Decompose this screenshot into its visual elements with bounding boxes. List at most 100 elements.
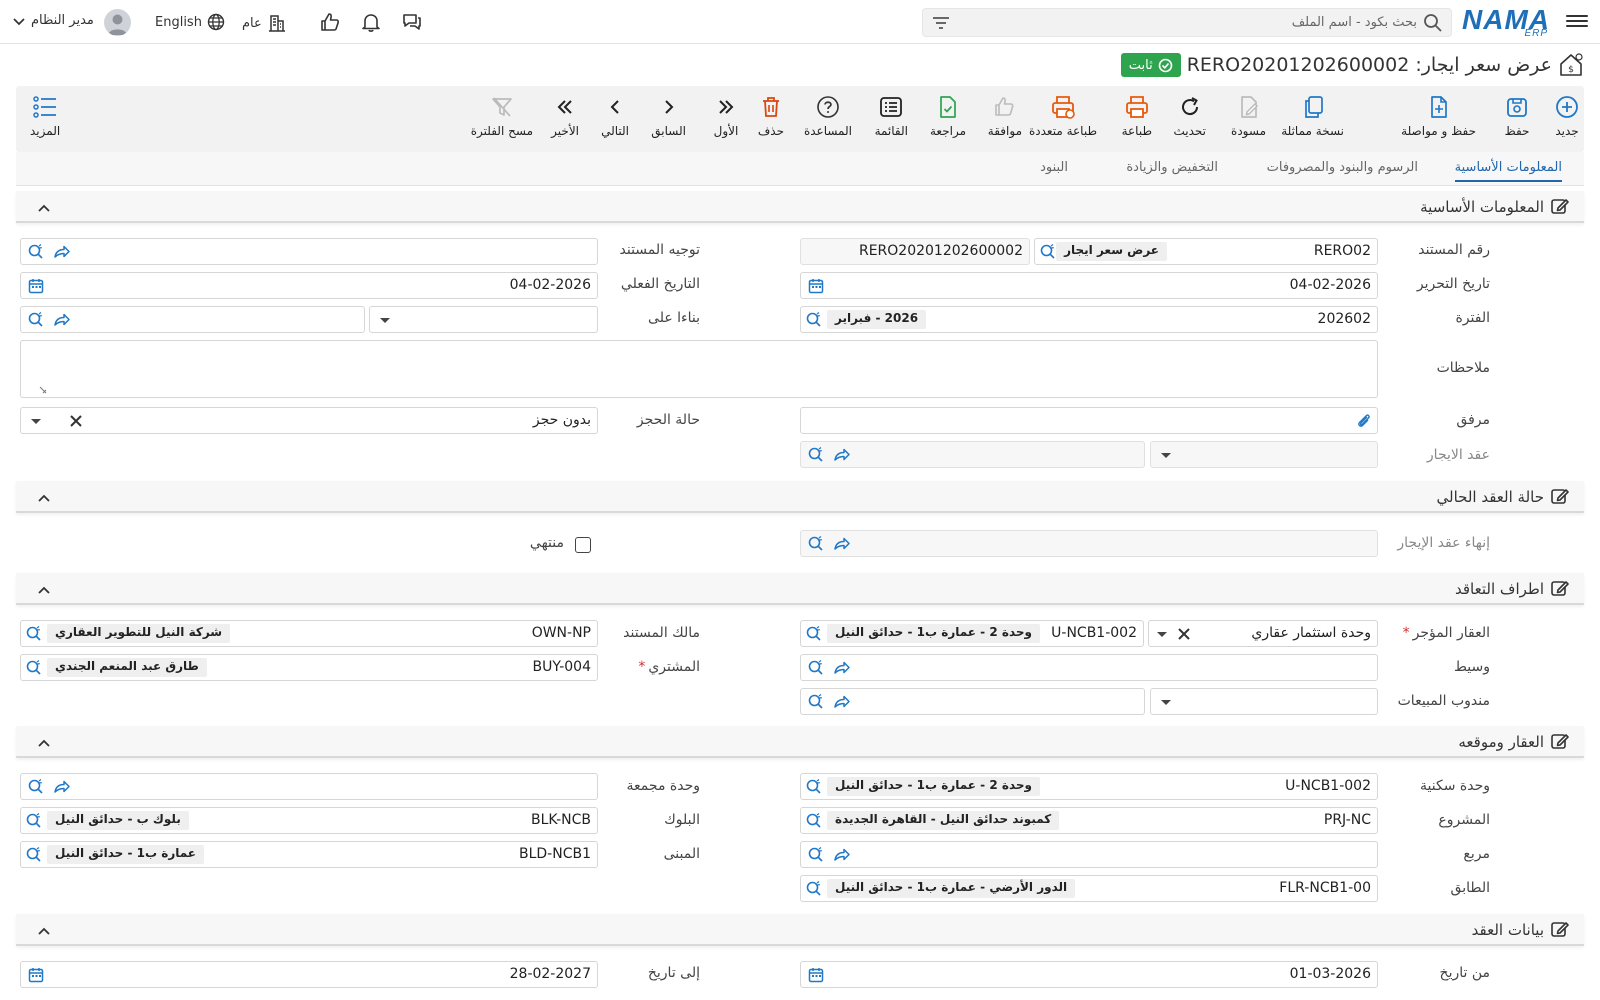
last-button[interactable]: الأخير (551, 94, 579, 138)
search-icon[interactable] (807, 446, 825, 464)
based-on-type-select[interactable] (369, 306, 598, 333)
sales-rep-field[interactable] (800, 688, 1145, 715)
more-button[interactable]: المزيد (30, 94, 60, 138)
search-input[interactable] (951, 15, 1423, 30)
clear-filter-button[interactable]: مسح الفلترة (471, 94, 533, 138)
caret-down-icon[interactable] (1157, 693, 1175, 711)
chevron-up-icon[interactable] (36, 491, 52, 507)
section-current-contract-header[interactable]: حالة العقد الحالي (16, 481, 1584, 513)
booking-status-select[interactable]: بدون حجز (20, 407, 598, 434)
doc-owner-field[interactable]: OWN-NP شركة النيل للتطوير العقاري (20, 620, 598, 647)
share-icon[interactable] (833, 535, 851, 553)
review-button[interactable]: مراجعة (930, 94, 966, 138)
language-switch[interactable]: English (155, 13, 225, 31)
save-continue-button[interactable]: حفظ و مواصلة (1401, 94, 1476, 138)
period-field[interactable]: 202602 2026 - فبراير (800, 306, 1378, 333)
search-icon[interactable] (25, 846, 43, 864)
nama-logo[interactable]: NAMA ERP (1462, 4, 1550, 39)
doc-direction-field[interactable] (20, 238, 598, 265)
calendar-icon[interactable] (807, 277, 825, 295)
save-button[interactable]: حفظ (1504, 94, 1530, 138)
residential-unit-field[interactable]: U-NCB1-002 وحدة 2 - عمارة ب1 - حدائق الن… (800, 773, 1378, 800)
chat-icon[interactable] (400, 10, 424, 34)
draft-button[interactable]: مسودة (1231, 94, 1266, 138)
search-icon[interactable] (805, 625, 823, 643)
first-button[interactable]: الأول (713, 94, 739, 138)
chevron-up-icon[interactable] (36, 924, 52, 940)
help-button[interactable]: المساعدة (804, 94, 852, 138)
edit-date-field[interactable]: 04-02-2026 (800, 272, 1378, 299)
from-date-field[interactable]: 01-03-2026 (800, 961, 1378, 988)
attachment-field[interactable] (800, 407, 1378, 434)
tab-fees[interactable]: الرسوم والبنود والمصروفات (1267, 160, 1418, 175)
tab-discount[interactable]: التخفيض والزيادة (1126, 160, 1218, 175)
to-date-field[interactable]: 28-02-2027 (20, 961, 598, 988)
buyer-field[interactable]: BUY-004 طارق عبد المنعم الجندي (20, 654, 598, 681)
search-icon[interactable] (807, 846, 825, 864)
chevron-up-icon[interactable] (36, 583, 52, 599)
caret-down-icon[interactable] (376, 311, 394, 329)
previous-button[interactable]: السابق (651, 94, 686, 138)
next-button[interactable]: التالي (601, 94, 629, 138)
calendar-icon[interactable] (27, 277, 45, 295)
search-icon[interactable] (1039, 243, 1057, 261)
sales-rep-type-select[interactable] (1150, 688, 1378, 715)
section-basic-header[interactable]: المعلومات الأساسية (16, 191, 1584, 223)
search-icon[interactable] (805, 778, 823, 796)
search-icon[interactable] (805, 812, 823, 830)
search-icon[interactable] (25, 659, 43, 677)
share-icon[interactable] (53, 778, 71, 796)
print-button[interactable]: طباعة (1122, 94, 1152, 138)
share-icon[interactable] (53, 243, 71, 261)
search-icon[interactable] (805, 880, 823, 898)
approve-button[interactable]: موافقة (988, 94, 1022, 138)
duplicate-button[interactable]: نسخة مماثلة (1281, 94, 1344, 138)
square-field[interactable] (800, 841, 1378, 868)
search-icon[interactable] (807, 535, 825, 553)
lease-termination-field[interactable] (800, 530, 1378, 557)
user-menu[interactable]: مدير النظام (12, 13, 94, 28)
close-icon[interactable] (67, 412, 85, 430)
search-icon[interactable] (25, 625, 43, 643)
section-contract-data-header[interactable]: بيانات العقد (16, 914, 1584, 946)
paperclip-icon[interactable] (1355, 412, 1373, 430)
share-icon[interactable] (53, 311, 71, 329)
section-property-header[interactable]: العقار وموقعه (16, 726, 1584, 758)
filter-icon[interactable] (931, 13, 951, 33)
list-button[interactable]: القائمة (875, 94, 908, 138)
share-icon[interactable] (833, 446, 851, 464)
actual-date-field[interactable]: 04-02-2026 (20, 272, 598, 299)
caret-down-icon[interactable] (1157, 446, 1175, 464)
project-field[interactable]: PRJ-NC كمبوند حدائق النيل - القاهرة الجد… (800, 807, 1378, 834)
multi-print-button[interactable]: طباعة متعددة (1029, 94, 1097, 138)
menu-icon[interactable] (1566, 10, 1588, 32)
tab-items[interactable]: البنود (1040, 160, 1068, 175)
thumbs-up-icon[interactable] (318, 10, 342, 34)
chevron-up-icon[interactable] (36, 201, 52, 217)
lease-contract-type-select[interactable] (1150, 441, 1378, 468)
building-field[interactable]: BLD-NCB1 عمارة ب1 - حدائق النيل (20, 841, 598, 868)
share-icon[interactable] (833, 659, 851, 677)
caret-down-icon[interactable] (27, 412, 45, 430)
block-field[interactable]: BLK-NCB بلوك ب - حدائق النيل (20, 807, 598, 834)
based-on-field[interactable] (20, 306, 365, 333)
close-icon[interactable] (1175, 625, 1193, 643)
branch-selector[interactable]: عام (242, 13, 287, 33)
avatar[interactable] (104, 9, 131, 36)
search-icon[interactable] (807, 659, 825, 677)
caret-down-icon[interactable] (1153, 625, 1171, 643)
search-icon[interactable] (25, 812, 43, 830)
new-button[interactable]: جديد (1554, 94, 1580, 138)
calendar-icon[interactable] (807, 966, 825, 984)
leased-property-field[interactable]: U-NCB1-002 وحدة 2 - عمارة ب1 - حدائق الن… (800, 620, 1144, 647)
search-icon[interactable] (27, 311, 45, 329)
tab-basic-info[interactable]: المعلومات الأساسية (1454, 160, 1562, 182)
search-icon[interactable] (807, 693, 825, 711)
bell-icon[interactable] (359, 10, 383, 34)
leased-property-type-select[interactable]: وحدة استثمار عقاري (1148, 620, 1378, 647)
search-icon[interactable] (27, 778, 45, 796)
doc-number-field[interactable]: RERO02 عرض سعر ايجار (1034, 238, 1378, 265)
floor-field[interactable]: FLR-NCB1-00 الدور الأرضي - عمارة ب1 - حد… (800, 875, 1378, 902)
broker-field[interactable] (800, 654, 1378, 681)
section-parties-header[interactable]: اطراف التعاقد (16, 573, 1584, 605)
